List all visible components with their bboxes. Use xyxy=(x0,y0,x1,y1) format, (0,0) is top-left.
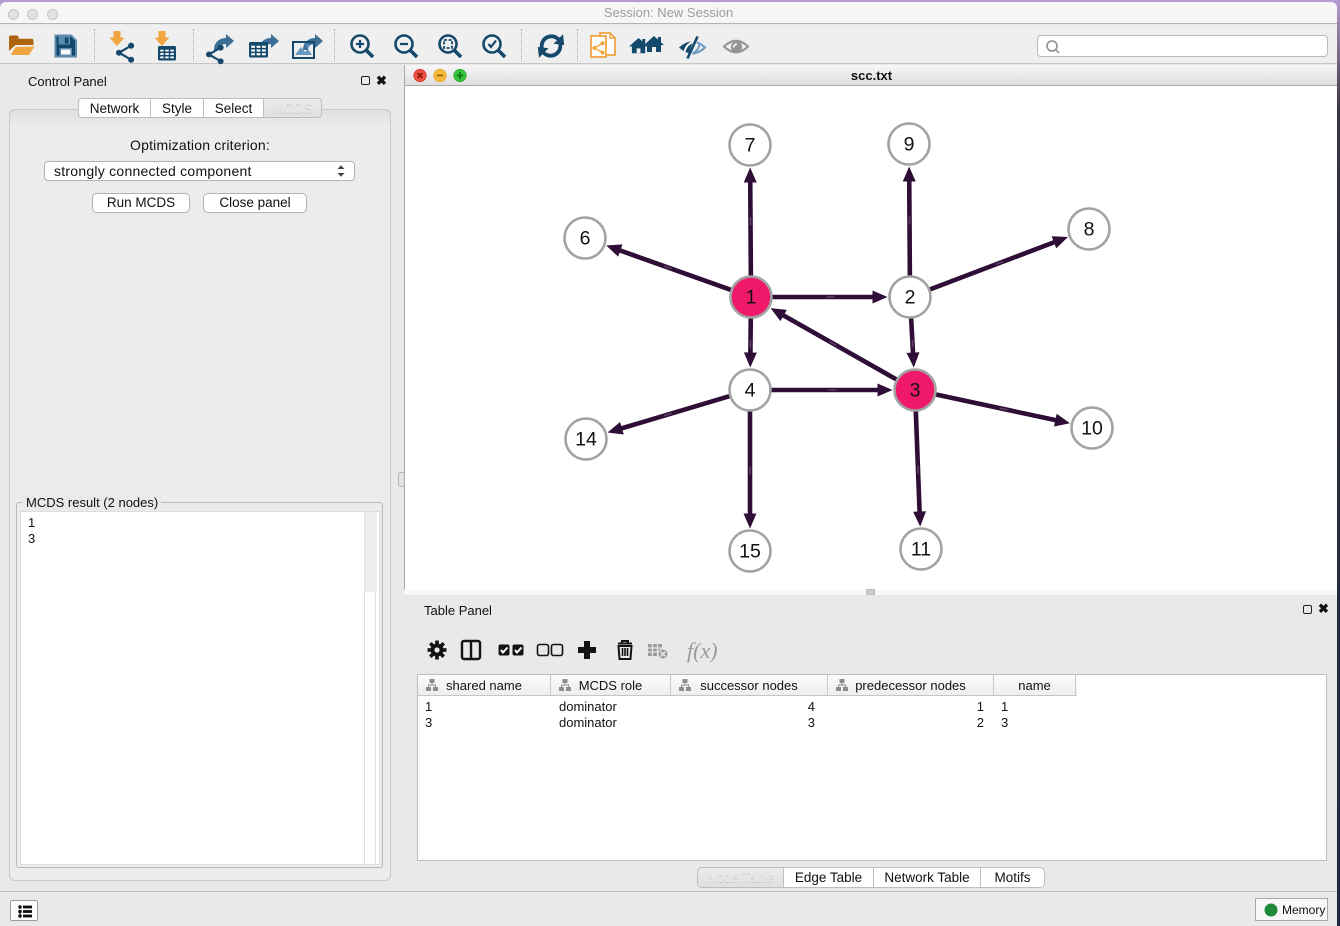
svg-text:4: 4 xyxy=(745,380,756,402)
svg-text:14: 14 xyxy=(575,429,597,451)
svg-text:3: 3 xyxy=(910,380,921,402)
svg-text:9: 9 xyxy=(904,134,915,156)
svg-text:1: 1 xyxy=(746,287,757,309)
svg-text:11: 11 xyxy=(911,539,931,561)
svg-text:7: 7 xyxy=(745,135,756,157)
svg-text:2: 2 xyxy=(905,287,916,309)
svg-text:15: 15 xyxy=(739,541,761,563)
svg-text:8: 8 xyxy=(1084,219,1095,241)
svg-text:10: 10 xyxy=(1081,418,1103,440)
svg-text:6: 6 xyxy=(580,228,591,250)
